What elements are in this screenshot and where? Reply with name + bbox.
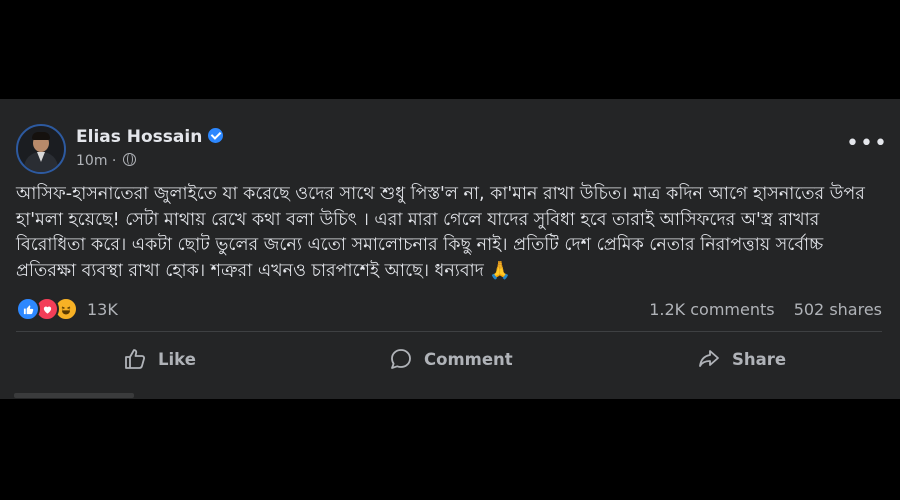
comment-button-label: Comment: [424, 349, 513, 369]
share-arrow-icon: [699, 350, 719, 367]
author-avatar[interactable]: [16, 124, 66, 174]
most-relevant-partial: [14, 393, 134, 398]
meta-separator: ·: [111, 153, 117, 169]
like-button[interactable]: Like: [122, 343, 196, 375]
thumbs-up-icon: [125, 349, 145, 369]
verified-badge-icon: [208, 128, 224, 143]
shares-count[interactable]: 502 shares: [794, 300, 882, 319]
post-time[interactable]: 10m: [76, 153, 107, 169]
comment-button[interactable]: Comment: [388, 343, 513, 375]
speech-bubble-icon: [391, 349, 411, 369]
action-divider: [16, 331, 882, 332]
engagement-stats: 1.2K comments 502 shares: [649, 300, 882, 319]
post-meta: 10m ·: [76, 153, 136, 169]
comments-count[interactable]: 1.2K comments: [649, 300, 774, 319]
share-button[interactable]: Share: [696, 343, 786, 375]
author-name[interactable]: Elias Hossain: [76, 127, 202, 147]
reactions-summary[interactable]: 13K: [16, 296, 118, 322]
avatar-hair-shape: [32, 132, 50, 140]
like-button-label: Like: [158, 349, 196, 369]
like-reaction-icon: [16, 297, 40, 321]
more-options-icon[interactable]: •••: [846, 133, 888, 155]
globe-icon[interactable]: [122, 153, 136, 166]
reaction-count: 13K: [87, 299, 118, 319]
share-button-label: Share: [732, 349, 787, 369]
post-text: আসিফ-হাসনাতেরা জুলাইতে যা করেছে ওদের সাথ…: [16, 184, 865, 281]
author-name-row: Elias Hossain: [76, 127, 224, 147]
